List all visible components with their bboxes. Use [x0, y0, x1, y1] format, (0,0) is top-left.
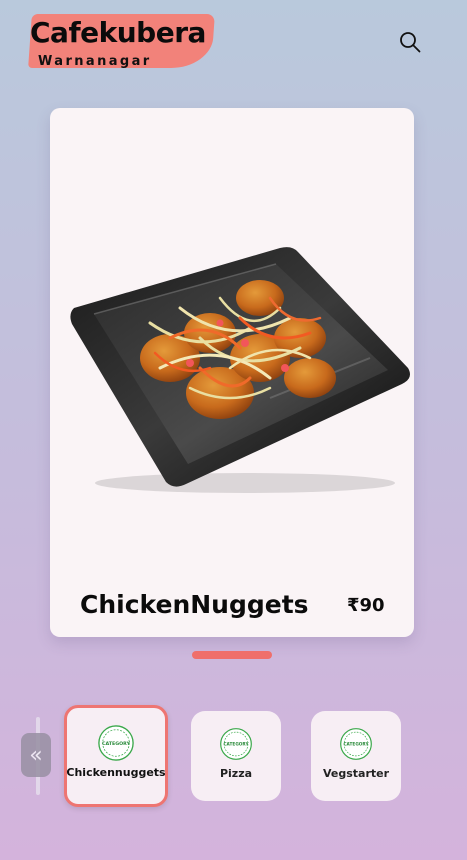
category-badge-text: CATEGORY [223, 742, 249, 748]
brand-name: Cafekubera [30, 16, 206, 49]
dish-price: ₹90 [347, 595, 385, 616]
previous-category-button[interactable]: « [21, 733, 51, 777]
category-badge-icon: CATEGORY [220, 728, 252, 760]
featured-dish-card[interactable]: ChickenNuggets ₹90 [50, 108, 414, 637]
brand-location: Warnanagar [38, 54, 152, 69]
category-badge-text: CATEGORY [102, 741, 131, 747]
category-chickennuggets[interactable]: CATEGORY Chickennuggets [64, 705, 168, 807]
category-vegstarter[interactable]: CATEGORY Vegstarter [311, 711, 401, 801]
app-header: Cafekubera Warnanagar [0, 0, 467, 90]
category-pizza[interactable]: CATEGORY Pizza [191, 711, 281, 801]
double-chevron-left-icon: « [29, 742, 43, 768]
category-label: Pizza [219, 767, 253, 780]
category-label: Vegstarter [322, 767, 390, 780]
category-badge-icon: CATEGORY [340, 728, 372, 760]
category-badge-icon: CATEGORY [98, 725, 134, 761]
search-button[interactable] [397, 29, 423, 55]
search-icon [400, 32, 421, 53]
carousel-indicator[interactable] [192, 651, 272, 659]
category-label: Chickennuggets [66, 766, 166, 779]
chicken-nuggets-plate-image [70, 247, 411, 493]
category-badge-text: CATEGORY [343, 742, 369, 748]
dish-name: ChickenNuggets [80, 590, 309, 619]
